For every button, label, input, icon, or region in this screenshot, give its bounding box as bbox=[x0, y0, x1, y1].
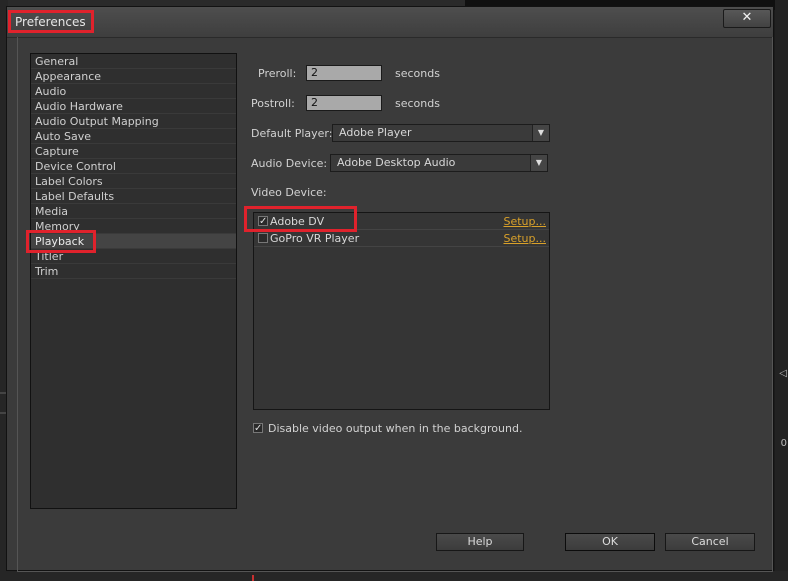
postroll-label: Postroll: bbox=[251, 97, 295, 110]
chevron-down-icon: ▼ bbox=[532, 125, 549, 141]
category-item-media[interactable]: Media bbox=[31, 204, 236, 219]
default-player-label: Default Player: bbox=[251, 127, 333, 140]
setup-link[interactable]: Setup... bbox=[503, 230, 546, 247]
audio-device-select[interactable]: Adobe Desktop Audio ▼ bbox=[330, 154, 548, 172]
help-button[interactable]: Help bbox=[436, 533, 524, 551]
video-device-label: Video Device: bbox=[251, 186, 327, 199]
highlight-preferences-title bbox=[8, 10, 94, 33]
video-device-name: GoPro VR Player bbox=[270, 232, 360, 245]
preroll-unit: seconds bbox=[395, 67, 440, 80]
category-item-label-colors[interactable]: Label Colors bbox=[31, 174, 236, 189]
default-player-value: Adobe Player bbox=[339, 126, 412, 139]
video-device-list: ✓ Adobe DV Setup... GoPro VR Player Setup... bbox=[253, 212, 550, 410]
default-player-select[interactable]: Adobe Player ▼ bbox=[332, 124, 550, 142]
close-button[interactable]: ✕ bbox=[723, 9, 771, 28]
category-item-capture[interactable]: Capture bbox=[31, 144, 236, 159]
category-item-appearance[interactable]: Appearance bbox=[31, 69, 236, 84]
cancel-button[interactable]: Cancel bbox=[665, 533, 755, 551]
title-bar[interactable]: Preferences ✕ bbox=[7, 7, 773, 38]
disable-background-label: Disable video output when in the backgro… bbox=[268, 422, 523, 435]
category-item-audio[interactable]: Audio bbox=[31, 84, 236, 99]
category-item-audio-output-mapping[interactable]: Audio Output Mapping bbox=[31, 114, 236, 129]
video-device-row[interactable]: GoPro VR Player Setup... bbox=[254, 230, 549, 247]
postroll-unit: seconds bbox=[395, 97, 440, 110]
disable-background-checkbox[interactable]: ✓ bbox=[253, 423, 263, 434]
category-item-auto-save[interactable]: Auto Save bbox=[31, 129, 236, 144]
highlight-adobe-dv bbox=[244, 206, 357, 232]
highlight-playback-item bbox=[26, 230, 96, 253]
background-bottom-edge bbox=[0, 571, 788, 581]
ok-button[interactable]: OK bbox=[565, 533, 655, 551]
category-item-label-defaults[interactable]: Label Defaults bbox=[31, 189, 236, 204]
video-device-checkbox[interactable] bbox=[258, 233, 268, 243]
setup-link[interactable]: Setup... bbox=[503, 213, 546, 230]
close-icon: ✕ bbox=[741, 10, 753, 25]
category-item-general[interactable]: General bbox=[31, 54, 236, 69]
audio-device-value: Adobe Desktop Audio bbox=[337, 156, 456, 169]
audio-device-label: Audio Device: bbox=[251, 157, 328, 170]
preroll-input[interactable]: 2 bbox=[306, 65, 382, 81]
category-list[interactable]: General Appearance Audio Audio Hardware Audi… bbox=[30, 53, 237, 509]
preroll-label: Preroll: bbox=[258, 67, 297, 80]
background-right-edge: ◁ 0 bbox=[775, 0, 788, 581]
category-item-trim[interactable]: Trim bbox=[31, 264, 236, 279]
category-item-device-control[interactable]: Device Control bbox=[31, 159, 236, 174]
postroll-input[interactable]: 2 bbox=[306, 95, 382, 111]
chevron-down-icon: ▼ bbox=[530, 155, 547, 171]
category-item-audio-hardware[interactable]: Audio Hardware bbox=[31, 99, 236, 114]
